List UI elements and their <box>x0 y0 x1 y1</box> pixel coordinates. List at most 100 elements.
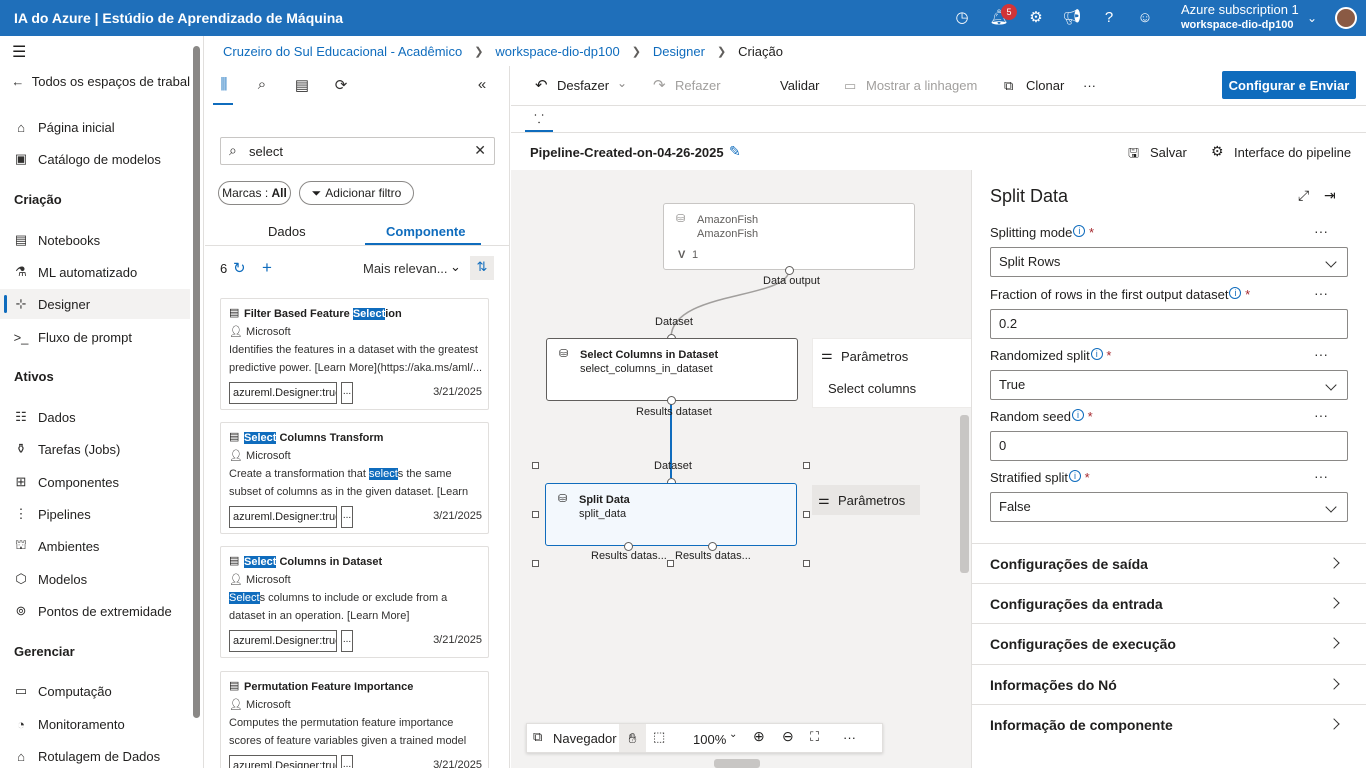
tags-filter[interactable]: Marcas : All <box>218 181 291 205</box>
chevron-down-icon[interactable]: ⌄ <box>729 729 737 740</box>
chevron-down-icon[interactable]: ⌄ <box>450 259 461 275</box>
undo-button[interactable]: Desfazer <box>557 78 609 93</box>
zoom-in-icon[interactable]: ⊕ <box>753 728 765 745</box>
component-card[interactable]: ▤ Permutation Feature Importance 👤︎ Micros… <box>220 671 489 768</box>
info-icon[interactable]: i <box>1069 470 1082 482</box>
panel-section[interactable]: Configurações da entrada <box>972 583 1366 623</box>
tab-component[interactable]: Componente <box>386 224 465 239</box>
search-input[interactable]: select <box>249 144 283 159</box>
more-icon[interactable]: ··· <box>1314 346 1328 362</box>
nav-monitoring[interactable]: ◔ Monitoramento <box>0 709 190 739</box>
resize-handle[interactable] <box>803 560 810 567</box>
nav-pipelines[interactable]: ⋮ Pipelines <box>0 499 190 529</box>
more-icon[interactable]: ··· <box>1314 407 1328 423</box>
nav-components[interactable]: ⊞ Componentes <box>0 467 190 497</box>
navigator-button[interactable]: Navegador <box>553 731 617 746</box>
app-title[interactable]: IA do Azure | Estúdio de Aprendizado de … <box>14 10 343 26</box>
nav-models[interactable]: ⬡ Modelos <box>0 564 190 594</box>
nav-scrollbar[interactable] <box>193 46 200 718</box>
output-port[interactable] <box>785 266 794 275</box>
breadcrumb-org[interactable]: Cruzeiro do Sul Educacional - Acadêmico <box>223 44 462 59</box>
panel-section[interactable]: Informação de componente <box>972 704 1366 744</box>
node-split-data[interactable]: ⛁ Split Data split_data <box>545 483 797 546</box>
nav-designer[interactable]: ⊹ Designer <box>0 289 190 319</box>
nav-environments[interactable]: ⛫ Ambientes <box>0 531 190 561</box>
nav-promptflow[interactable]: >_ Fluxo de prompt <box>0 322 190 352</box>
breadcrumb-workspace[interactable]: workspace-dio-dp100 <box>495 44 619 59</box>
smiley-icon[interactable]: ☺ <box>1135 8 1155 28</box>
card-more-tags[interactable]: ... <box>341 506 353 528</box>
hand-icon[interactable]: ✋︎ <box>619 724 646 752</box>
select-mode-icon[interactable]: ⬚ <box>653 729 665 745</box>
clock-icon[interactable]: ◷ <box>952 8 972 28</box>
help-icon[interactable]: ? <box>1099 8 1119 28</box>
nav-data[interactable]: ☷ Dados <box>0 402 190 432</box>
pipeline-graph-icon[interactable]: ⸪ <box>525 110 553 132</box>
sort-order-icon[interactable]: ⇅ <box>470 256 494 280</box>
workspace-name[interactable]: workspace-dio-dp100 <box>1181 19 1293 31</box>
card-tag[interactable]: azureml.Designer:true <box>229 630 337 652</box>
pipeline-interface-button[interactable]: Interface do pipeline <box>1234 145 1351 160</box>
subscription-name[interactable]: Azure subscription 1 <box>1181 2 1299 17</box>
component-card[interactable]: ▤ Select Columns in Dataset 👤︎ Microsoft Se… <box>220 546 489 658</box>
parameters-button[interactable]: ⚌ Parâmetros <box>812 485 920 515</box>
close-icon[interactable]: ✕ <box>474 142 486 159</box>
info-icon[interactable]: i <box>1071 409 1084 421</box>
refresh-icon[interactable]: ⟳ <box>330 76 352 96</box>
nav-jobs[interactable]: ⚱ Tarefas (Jobs) <box>0 434 190 464</box>
node-amazonfish[interactable]: ⛁ AmazonFish AmazonFish V 1 <box>663 203 915 270</box>
expand-icon[interactable]: ⤢ <box>1298 187 1309 204</box>
nav-endpoints[interactable]: ⊚ Pontos de extremidade <box>0 596 190 626</box>
component-search[interactable]: ⌕ select ✕ <box>220 137 495 165</box>
more-icon[interactable]: ··· <box>1083 78 1096 93</box>
resize-handle[interactable] <box>532 560 539 567</box>
refresh-icon[interactable]: ↻ <box>233 259 246 277</box>
megaphone-icon[interactable]: 📢︎ <box>1062 8 1082 28</box>
nav-automl[interactable]: ⚗ ML automatizado <box>0 257 190 287</box>
canvas-scrollbar[interactable] <box>960 415 969 573</box>
component-card[interactable]: ▤ Filter Based Feature Selection 👤︎ Micros… <box>220 298 489 410</box>
resize-handle[interactable] <box>803 462 810 469</box>
field-dropdown[interactable]: Split Rows <box>990 247 1348 277</box>
gear-icon[interactable]: ⚙ <box>1026 8 1046 28</box>
card-tag[interactable]: azureml.Designer:true <box>229 506 337 528</box>
card-tag[interactable]: azureml.Designer:true <box>229 382 337 404</box>
resize-handle[interactable] <box>667 560 674 567</box>
add-icon[interactable]: + <box>262 258 272 278</box>
field-input[interactable]: 0 <box>990 431 1348 461</box>
breadcrumb-designer[interactable]: Designer <box>653 44 705 59</box>
info-icon[interactable]: i <box>1073 225 1086 237</box>
search-icon[interactable]: ⌕ <box>251 76 273 96</box>
field-input[interactable]: 0.2 <box>990 309 1348 339</box>
card-more-tags[interactable]: ... <box>341 382 353 404</box>
info-icon[interactable]: i <box>1229 287 1242 299</box>
node-select-columns[interactable]: ⛁ Select Columns in Dataset select_colum… <box>546 338 798 401</box>
sort-dropdown[interactable]: Mais relevan... <box>363 261 448 276</box>
fit-screen-icon[interactable]: ⛶ <box>810 729 819 745</box>
nav-home[interactable]: ⌂ Página inicial <box>0 112 190 142</box>
add-filter-button[interactable]: ⏷ Adicionar filtro <box>299 181 414 205</box>
nav-notebooks[interactable]: ▤ Notebooks <box>0 225 190 255</box>
library-icon[interactable]: ⫼ <box>213 76 235 96</box>
more-icon[interactable]: ··· <box>1314 468 1328 484</box>
clone-button[interactable]: Clonar <box>1026 78 1064 93</box>
save-button[interactable]: Salvar <box>1150 145 1187 160</box>
details-icon[interactable]: ▤ <box>291 76 313 96</box>
validate-button[interactable]: Validar <box>780 78 820 93</box>
panel-section[interactable]: Informações do Nó <box>972 664 1366 704</box>
zoom-level[interactable]: 100% <box>693 732 726 747</box>
edit-icon[interactable]: ✎ <box>729 143 741 160</box>
parameter-select-columns[interactable]: Select columns <box>828 381 916 396</box>
card-more-tags[interactable]: ... <box>341 755 353 768</box>
nav-back[interactable]: ← Todos os espaços de trabal <box>0 66 190 96</box>
more-icon[interactable]: ··· <box>843 730 856 745</box>
more-icon[interactable]: ··· <box>1314 223 1328 239</box>
output-port[interactable] <box>667 396 676 405</box>
lineage-button[interactable]: Mostrar a linhagem <box>866 78 977 93</box>
resize-handle[interactable] <box>803 511 810 518</box>
nav-catalog[interactable]: ▣ Catálogo de modelos <box>0 144 190 174</box>
zoom-out-icon[interactable]: ⊖ <box>782 728 794 745</box>
pipeline-canvas[interactable]: ⛁ AmazonFish AmazonFish V 1 Data output … <box>511 170 972 768</box>
close-panel-icon[interactable]: ⇥ <box>1324 187 1336 204</box>
field-dropdown[interactable]: False <box>990 492 1348 522</box>
